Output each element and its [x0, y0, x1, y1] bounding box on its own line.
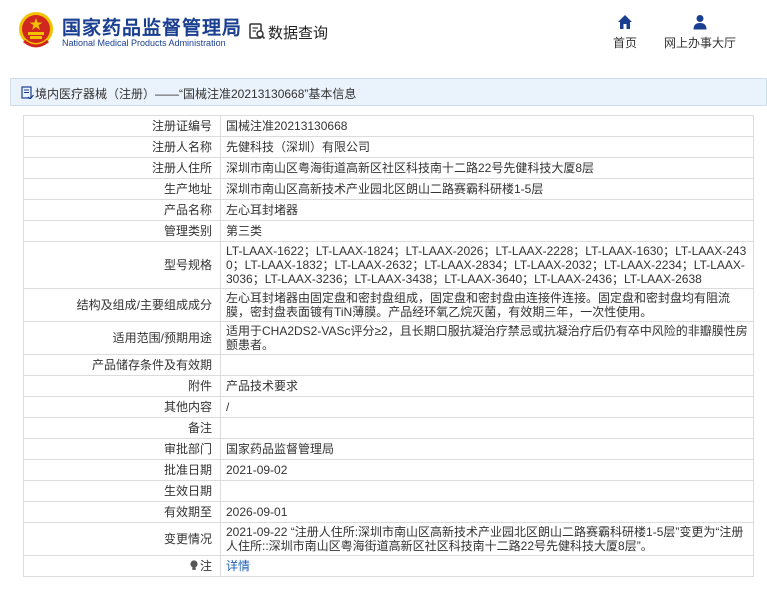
field-value: LT-LAAX-1622；LT-LAAX-1824；LT-LAAX-2026；L…: [220, 241, 754, 289]
site-header: 国家药品监督管理局 National Medical Products Admi…: [0, 0, 767, 62]
field-label: 型号规格: [23, 241, 221, 289]
field-value: 第三类: [220, 220, 754, 242]
field-label: 变更情况: [23, 522, 221, 556]
field-label: 注册人住所: [23, 157, 221, 179]
nav-home[interactable]: 首页: [610, 14, 640, 51]
field-value: 2026-09-01: [220, 501, 754, 523]
nav-online-service-label: 网上办事大厅: [663, 36, 736, 50]
table-row: 审批部门 国家药品监督管理局: [23, 438, 754, 460]
field-value: 深圳市南山区粤海街道高新区社区科技南十二路22号先健科技大厦8层: [220, 157, 754, 179]
field-label: 管理类别: [23, 220, 221, 242]
table-row: 备注: [23, 417, 754, 439]
table-row: 结构及组成/主要组成成分 左心耳封堵器由固定盘和密封盘组成，固定盘和密封盘由连接件…: [23, 288, 754, 322]
lightbulb-icon: [190, 560, 198, 570]
document-icon: [21, 86, 34, 99]
table-row: 生效日期: [23, 480, 754, 502]
table-row: 注册人名称 先健科技（深圳）有限公司: [23, 136, 754, 158]
table-row: 其他内容 /: [23, 396, 754, 418]
data-query-icon[interactable]: [248, 22, 266, 40]
field-value: 左心耳封堵器: [220, 199, 754, 221]
data-query-label[interactable]: 数据查询: [268, 22, 328, 43]
national-emblem-icon[interactable]: [18, 11, 54, 49]
table-row-note: 注详情: [23, 555, 754, 577]
field-label: 其他内容: [23, 396, 221, 418]
details-link[interactable]: 详情: [226, 559, 250, 573]
field-label: 审批部门: [23, 438, 221, 460]
field-label: 生产地址: [23, 178, 221, 200]
site-logo-english[interactable]: National Medical Products Administration: [62, 38, 226, 48]
field-label: 注册人名称: [23, 136, 221, 158]
field-value: [220, 354, 754, 376]
field-label: 适用范围/预期用途: [23, 321, 221, 355]
table-row: 产品名称 左心耳封堵器: [23, 199, 754, 221]
field-value: 2021-09-02: [220, 459, 754, 481]
field-value: [220, 480, 754, 502]
field-label: 生效日期: [23, 480, 221, 502]
field-value: 适用于CHA2DS2-VASc评分≥2，且长期口服抗凝治疗禁忌或抗凝治疗后仍有卒…: [220, 321, 754, 355]
field-label: 产品储存条件及有效期: [23, 354, 221, 376]
field-label: 附件: [23, 375, 221, 397]
table-row: 附件 产品技术要求: [23, 375, 754, 397]
record-title: 境内医疗器械（注册）——“国械注准20213130668”基本信息: [35, 87, 357, 101]
record-title-bar: 境内医疗器械（注册）——“国械注准20213130668”基本信息: [10, 78, 767, 106]
table-row: 型号规格 LT-LAAX-1622；LT-LAAX-1824；LT-LAAX-20…: [23, 241, 754, 289]
table-row: 适用范围/预期用途 适用于CHA2DS2-VASc评分≥2，且长期口服抗凝治疗禁忌…: [23, 321, 754, 355]
field-value: 国械注准20213130668: [220, 115, 754, 137]
table-row: 变更情况 2021-09-22 “注册人住所:深圳市南山区高新技术产业园北区朗山二…: [23, 522, 754, 556]
table-row: 批准日期 2021-09-02: [23, 459, 754, 481]
nav-online-service-hall[interactable]: 网上办事大厅: [660, 14, 740, 51]
site-logo-chinese[interactable]: 国家药品监督管理局: [62, 13, 242, 40]
field-label: 注册证编号: [23, 115, 221, 137]
registration-info-table: 注册证编号 国械注准20213130668 注册人名称 先健科技（深圳）有限公司 注册人…: [23, 115, 754, 577]
field-value: 先健科技（深圳）有限公司: [220, 136, 754, 158]
table-row: 注册证编号 国械注准20213130668: [23, 115, 754, 137]
field-value: 左心耳封堵器由固定盘和密封盘组成，固定盘和密封盘由连接件连接。固定盘和密封盘均有…: [220, 288, 754, 322]
nav-home-label: 首页: [612, 36, 637, 50]
field-value: [220, 417, 754, 439]
home-icon: [618, 15, 632, 29]
field-label: 备注: [23, 417, 221, 439]
field-value: 深圳市南山区高新技术产业园北区朗山二路赛霸科研楼1-5层: [220, 178, 754, 200]
field-label: 批准日期: [23, 459, 221, 481]
table-row: 管理类别 第三类: [23, 220, 754, 242]
field-label: 有效期至: [23, 501, 221, 523]
table-row: 有效期至 2026-09-01: [23, 501, 754, 523]
note-label: 注: [199, 559, 212, 573]
note-value-cell: 详情: [220, 555, 754, 577]
field-label: 产品名称: [23, 199, 221, 221]
field-label: 结构及组成/主要组成成分: [23, 288, 221, 322]
table-row: 注册人住所 深圳市南山区粤海街道高新区社区科技南十二路22号先健科技大厦8层: [23, 157, 754, 179]
table-row: 产品储存条件及有效期: [23, 354, 754, 376]
field-value: 国家药品监督管理局: [220, 438, 754, 460]
field-value: 产品技术要求: [220, 375, 754, 397]
table-row: 生产地址 深圳市南山区高新技术产业园北区朗山二路赛霸科研楼1-5层: [23, 178, 754, 200]
field-value: /: [220, 396, 754, 418]
note-label-cell: 注: [23, 555, 221, 577]
field-value: 2021-09-22 “注册人住所:深圳市南山区高新技术产业园北区朗山二路赛霸科…: [220, 522, 754, 556]
user-icon: [693, 15, 707, 30]
